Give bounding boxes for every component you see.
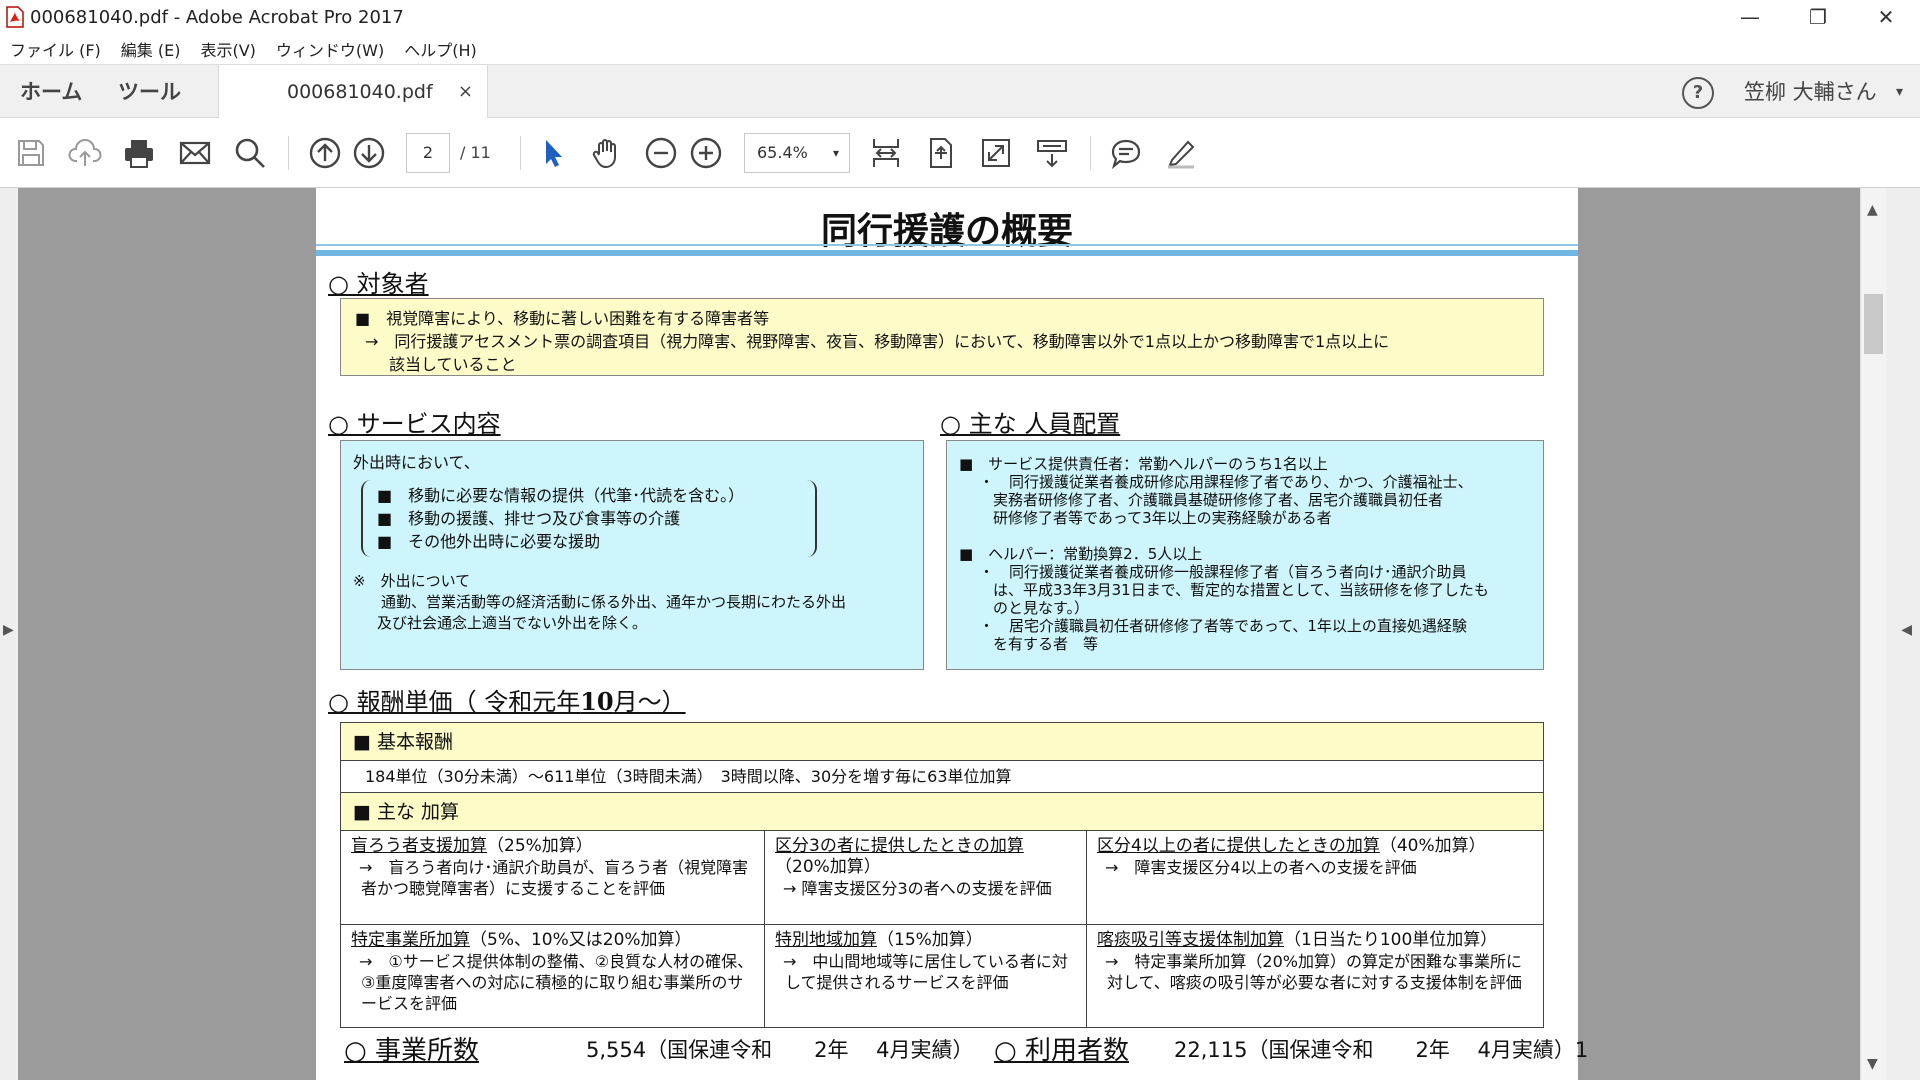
users-value: 22,115（国保連令和 2年 4月実績）1 — [1174, 1038, 1589, 1062]
service-note-title: ※ 外出について — [353, 572, 471, 590]
tab-document-label: 000681040.pdf — [287, 81, 433, 103]
menu-file[interactable]: ファイル (F) — [10, 37, 101, 61]
acrobat-pdf-icon — [6, 6, 24, 28]
service-items-bracket: ■ 移動に必要な情報の提供（代筆･代読を含む。） ■ 移動の援護、排せつ及び食事… — [361, 480, 817, 557]
menu-bar: ファイル (F) 編集 (E) 表示(V) ウィンドウ(W) ヘルプ(H) — [0, 34, 1920, 64]
service-note-line: 通勤、営業活動等の経済活動に係る外出、通年かつ長期にわたる外出 — [381, 593, 847, 611]
zoom-value: 65.4% — [757, 143, 808, 162]
scroll-down-icon[interactable]: ▼ — [1867, 1056, 1878, 1072]
service-box: 外出時において、 ■ 移動に必要な情報の提供（代筆･代読を含む。） ■ 移動の援… — [340, 440, 924, 670]
print-icon[interactable] — [120, 134, 158, 172]
staff-line: を有する者 等 — [993, 635, 1099, 653]
addon-row: 特定事業所加算（5%、10%又は20%加算） → ①サービス提供体制の整備、②良… — [341, 925, 1543, 1027]
staff-line: のと見なす。） — [993, 599, 1090, 617]
tab-tools[interactable]: ツール — [118, 65, 181, 119]
target-line-1: ■ 視覚障害により、移動に著しい困難を有する障害者等 — [355, 309, 770, 328]
tab-document[interactable]: 000681040.pdf × — [218, 65, 488, 119]
addon-cell: 区分3の者に提供したときの加算 （20%加算） → 障害支援区分3の者への支援を評… — [765, 831, 1087, 924]
previous-page-icon[interactable] — [306, 134, 344, 172]
fit-width-icon[interactable] — [867, 134, 905, 172]
staff-line: は、平成33年3月31日まで、暫定的な措置として、当該研修を修了したも — [993, 581, 1489, 599]
save-icon[interactable] — [12, 134, 50, 172]
close-window-button[interactable]: ✕ — [1852, 0, 1920, 34]
minimize-button[interactable]: — — [1716, 0, 1784, 34]
staff-line: ・ 居宅介護職員初任者研修修了者等であって、1年以上の直接処遇経験 — [979, 617, 1467, 635]
target-line-2: → 同行援護アセスメント票の調査項目（視力障害、視野障害、夜盲、移動障害）におい… — [365, 332, 1390, 351]
next-page-icon[interactable] — [350, 134, 388, 172]
offices-value: 5,554（国保連令和 2年 4月実績） — [586, 1038, 974, 1062]
service-item: ■ 移動の援護、排せつ及び食事等の介護 — [377, 509, 681, 528]
comment-icon[interactable] — [1107, 134, 1145, 172]
close-tab-icon[interactable]: × — [458, 65, 473, 119]
staff-line: 実務者研修修了者、介護職員基礎研修修了者、居宅介護職員初任者 — [993, 491, 1444, 509]
pdf-page: 同行援護の概要 ○ 対象者 ■ 視覚障害により、移動に著しい困難を有する障害者等… — [316, 188, 1588, 1080]
search-icon[interactable] — [231, 134, 269, 172]
addon-row: 盲ろう者支援加算（25%加算） → 盲ろう者向け･通訳介助員が、盲ろう者（視覚障… — [341, 831, 1543, 925]
service-item: ■ その他外出時に必要な援助 — [377, 532, 601, 551]
full-screen-icon[interactable] — [977, 134, 1015, 172]
service-heading: ○ サービス内容 — [328, 410, 501, 438]
addon-cell: 区分4以上の者に提供したときの加算（40%加算） → 障害支援区分4以上の者への… — [1097, 836, 1486, 877]
vertical-scrollbar[interactable]: ▲ ▼ — [1860, 188, 1886, 1080]
staff-box: ■ サービス提供責任者：常勤ヘルパーのうち1名以上 ・ 同行援護従業者養成研修応… — [946, 440, 1544, 670]
addon-cell: 盲ろう者支援加算（25%加算） → 盲ろう者向け･通訳介助員が、盲ろう者（視覚障… — [341, 831, 765, 924]
basic-fee-value: 184単位（30分未満）～611単位（3時間未満） 3時間以降、30分を増す毎に… — [341, 761, 1543, 793]
target-heading: ○ 対象者 — [328, 270, 429, 298]
document-viewer[interactable]: ▶ 同行援護の概要 ○ 対象者 ■ 視覚障害により、移動に著しい困難を有する障害… — [0, 188, 1920, 1080]
chevron-down-icon[interactable]: ▾ — [1896, 65, 1903, 119]
title-bar: 000681040.pdf - Adobe Acrobat Pro 2017 —… — [0, 0, 1920, 34]
menu-view[interactable]: 表示(V) — [200, 37, 255, 61]
page-number-input[interactable]: 2 — [406, 133, 450, 173]
scroll-thumb[interactable] — [1864, 294, 1883, 354]
basic-fee-label: ■ 基本報酬 — [341, 723, 1543, 761]
tab-home[interactable]: ホーム — [20, 65, 82, 119]
menu-window[interactable]: ウィンドウ(W) — [276, 37, 384, 61]
right-panel[interactable]: ◀ — [1886, 188, 1920, 1080]
target-line-3: 該当していること — [389, 355, 517, 374]
service-intro: 外出時において、 — [353, 453, 480, 472]
fee-heading: ○ 報酬単価（ 令和元年10月～） — [328, 687, 686, 716]
highlight-pen-icon[interactable] — [1162, 134, 1200, 172]
tab-bar: ホーム ツール 000681040.pdf × ? 笠柳 大輔さん ▾ — [0, 64, 1920, 119]
users-label: ○ 利用者数 — [994, 1036, 1129, 1066]
read-mode-icon[interactable] — [1033, 134, 1071, 172]
menu-edit[interactable]: 編集 (E) — [121, 37, 181, 61]
addon-label: ■ 主な 加算 — [341, 793, 1543, 831]
user-account[interactable]: 笠柳 大輔さん — [1744, 65, 1877, 119]
zoom-select[interactable]: 65.4% ▾ — [744, 133, 850, 173]
staff-line: ■ サービス提供責任者：常勤ヘルパーのうち1名以上 — [959, 455, 1328, 473]
zoom-in-icon[interactable] — [687, 134, 725, 172]
addon-cell: 喀痰吸引等支援体制加算（1日当たり100単位加算） → 特定事業所加算（20%加… — [1097, 930, 1522, 992]
page-total: / 11 — [460, 143, 491, 162]
toolbar: 2 / 11 65.4% ▾ — [0, 118, 1920, 188]
cloud-upload-icon[interactable] — [66, 134, 104, 172]
left-panel[interactable]: ▶ — [0, 188, 18, 1080]
hand-icon[interactable] — [588, 134, 626, 172]
addon-cell: 特定事業所加算（5%、10%又は20%加算） → ①サービス提供体制の整備、②良… — [341, 925, 765, 1027]
staff-line: ・ 同行援護従業者養成研修応用課程修了者であり、かつ、介護福祉士、 — [979, 473, 1473, 491]
staff-line: 研修修了者等であって3年以上の実務経験がある者 — [993, 509, 1332, 527]
target-box: ■ 視覚障害により、移動に著しい困難を有する障害者等 → 同行援護アセスメント票… — [340, 298, 1544, 376]
menu-help[interactable]: ヘルプ(H) — [404, 37, 477, 61]
expand-right-panel-icon[interactable]: ◀ — [1901, 622, 1912, 638]
addon-cell: 特別地域加算（15%加算） → 中山間地域等に居住している者に対して提供されるサ… — [765, 925, 1087, 1027]
fee-table: ■ 基本報酬 184単位（30分未満）～611単位（3時間未満） 3時間以降、3… — [340, 722, 1544, 1028]
expand-left-panel-icon[interactable]: ▶ — [3, 622, 14, 638]
help-icon[interactable]: ? — [1682, 77, 1714, 109]
email-icon[interactable] — [176, 134, 214, 172]
staff-line: ■ ヘルパー：常勤換算2．5人以上 — [959, 545, 1203, 563]
window-title: 000681040.pdf - Adobe Acrobat Pro 2017 — [30, 6, 404, 28]
staff-heading: ○ 主な 人員配置 — [940, 410, 1121, 438]
scroll-up-icon[interactable]: ▲ — [1867, 202, 1878, 218]
service-item: ■ 移動に必要な情報の提供（代筆･代読を含む。） — [377, 486, 745, 505]
service-note-line: 及び社会通念上適当でない外出を除く。 — [377, 614, 648, 632]
fit-page-icon[interactable] — [922, 134, 960, 172]
select-arrow-icon[interactable] — [534, 134, 572, 172]
page-title: 同行援護の概要 — [820, 210, 1073, 252]
staff-line: ・ 同行援護従業者養成研修一般課程修了者（盲ろう者向け･通訳介助員 — [979, 563, 1467, 581]
offices-label: ○ 事業所数 — [344, 1036, 479, 1066]
restore-button[interactable]: ❐ — [1784, 0, 1852, 34]
chevron-down-icon: ▾ — [832, 146, 839, 160]
zoom-out-icon[interactable] — [642, 134, 680, 172]
